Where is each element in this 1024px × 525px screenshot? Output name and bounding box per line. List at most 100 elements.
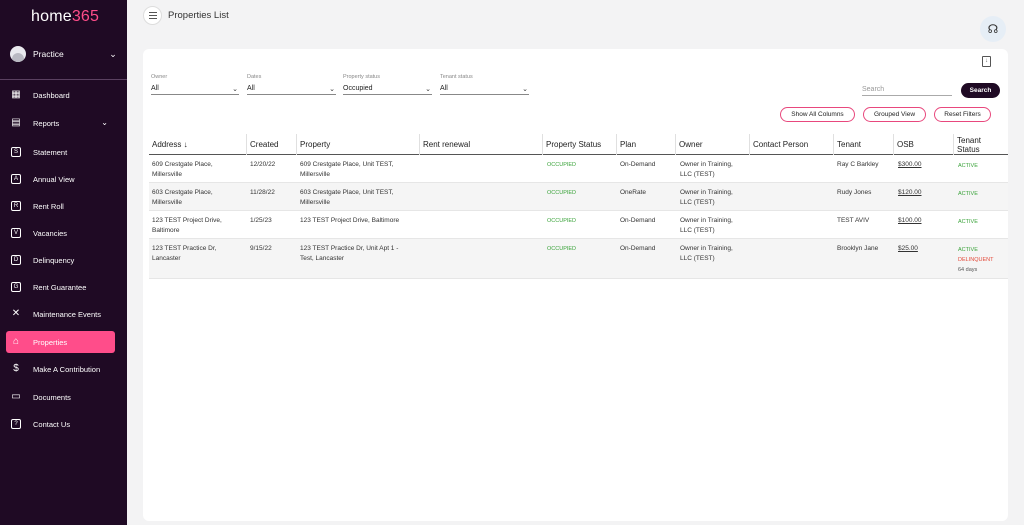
column-header-tenant[interactable]: Tenant xyxy=(833,134,861,155)
column-header-contact-person[interactable]: Contact Person xyxy=(749,134,808,155)
column-header-property[interactable]: Property xyxy=(296,134,330,155)
show-all-columns-button[interactable]: Show All Columns xyxy=(780,107,855,122)
sidebar-item-vacancies[interactable]: V Vacancies xyxy=(6,222,115,244)
cell-property: 603 Crestgate Place, Unit TEST, Millersvi… xyxy=(300,189,394,206)
sidebar-item-label: Reports xyxy=(33,118,60,128)
dashboard-icon: ▦ xyxy=(11,89,21,100)
filter-label: Owner xyxy=(151,74,168,80)
sidebar-item-annual-view[interactable]: A Annual View xyxy=(6,168,115,190)
cell-tenant: Rudy Jones xyxy=(837,189,872,196)
page-title: Properties List xyxy=(168,10,229,21)
chevron-down-icon: ⌄ xyxy=(425,85,431,93)
reset-filters-button[interactable]: Reset Filters xyxy=(934,107,991,122)
column-header-osb[interactable]: OSB xyxy=(893,134,914,155)
practice-switcher[interactable]: Practice ⌄ xyxy=(10,44,118,64)
menu-toggle-button[interactable] xyxy=(143,6,162,25)
cell-owner: Owner in Training, LLC (TEST) xyxy=(680,189,733,206)
cell-plan: On-Demand xyxy=(620,161,656,168)
osb-link[interactable]: $100.00 xyxy=(898,216,922,226)
chevron-down-icon: ⌄ xyxy=(232,85,238,93)
property-status-filter[interactable]: Property status Occupied ⌄ xyxy=(343,74,432,95)
cell-created: 12/20/22 xyxy=(250,161,276,168)
rent-guarantee-icon: G xyxy=(10,281,22,293)
owner-filter[interactable]: Owner All ⌄ xyxy=(151,74,239,95)
cell-owner: Owner in Training, LLC (TEST) xyxy=(680,217,733,234)
dates-select[interactable]: All ⌄ xyxy=(247,83,336,95)
column-header-plan[interactable]: Plan xyxy=(616,134,636,155)
cell-plan: OneRate xyxy=(620,189,647,196)
avatar xyxy=(10,46,26,62)
cell-tenant-status: ACTIVE xyxy=(958,219,978,225)
sidebar-item-make-a-contribution[interactable]: $ Make A Contribution xyxy=(6,358,115,380)
cell-address: 603 Crestgate Place, Millersville xyxy=(152,189,213,206)
sidebar-item-rent-guarantee[interactable]: G Rent Guarantee xyxy=(6,276,115,298)
export-file-icon[interactable]: ↓ xyxy=(982,56,991,67)
column-header-created[interactable]: Created xyxy=(246,134,278,155)
table-row[interactable]: 603 Crestgate Place, Millersville 11/28/2… xyxy=(149,183,1008,211)
sidebar-item-rent-roll[interactable]: R Rent Roll xyxy=(6,195,115,217)
filter-label: Property status xyxy=(343,74,380,80)
cell-tenant-status: ACTIVE xyxy=(958,163,978,169)
statement-icon: S xyxy=(10,146,22,158)
column-header-tenant-status[interactable]: Tenant Status xyxy=(953,134,981,155)
sidebar-item-label: Contact Us xyxy=(33,419,71,429)
chevron-down-icon: ⌄ xyxy=(109,48,117,59)
cell-tenant-status: ACTIVE DELINQUENT 64 days xyxy=(958,247,994,273)
sidebar-item-documents[interactable]: ▭ Documents xyxy=(6,386,115,408)
owner-select[interactable]: All ⌄ xyxy=(151,83,239,95)
sidebar-item-contact-us[interactable]: ? Contact Us xyxy=(6,413,115,435)
sidebar-item-label: Maintenance Events xyxy=(33,309,101,319)
sidebar-divider xyxy=(0,79,127,80)
cell-property-status: OCCUPIED xyxy=(547,190,577,196)
column-header-property-status[interactable]: Property Status xyxy=(542,134,601,155)
tenant-status-filter[interactable]: Tenant status All ⌄ xyxy=(440,74,529,95)
dates-filter[interactable]: Dates All ⌄ xyxy=(247,74,336,95)
search-button[interactable]: Search xyxy=(961,83,1000,98)
vacancies-icon: V xyxy=(10,227,22,239)
sidebar-item-label: Annual View xyxy=(33,174,75,184)
support-headset-icon[interactable]: ☊ xyxy=(980,16,1006,42)
osb-link[interactable]: $300.00 xyxy=(898,160,922,170)
home365-logo[interactable]: home365 xyxy=(31,8,99,26)
sidebar-item-properties[interactable]: ⌂ Properties xyxy=(6,331,115,353)
sidebar-item-label: Documents xyxy=(33,392,71,402)
sidebar-item-statement[interactable]: S Statement xyxy=(6,141,115,163)
sidebar-item-label: Dashboard xyxy=(33,90,70,100)
chevron-down-icon: ⌄ xyxy=(101,118,108,127)
delinquency-icon: D xyxy=(10,254,22,266)
reports-icon: ▤ xyxy=(11,117,21,128)
cell-address: 123 TEST Project Drive, Baltimore xyxy=(152,217,222,234)
cell-tenant: Brooklyn Jane xyxy=(837,245,879,252)
tenant-status-select[interactable]: All ⌄ xyxy=(440,83,529,95)
cell-property-status: OCCUPIED xyxy=(547,162,577,168)
column-header-rent-renewal[interactable]: Rent renewal xyxy=(419,134,470,155)
hamburger-icon xyxy=(148,12,157,13)
cell-address: 609 Crestgate Place, Millersville xyxy=(152,161,213,178)
table-row[interactable]: 609 Crestgate Place, Millersville 12/20/2… xyxy=(149,155,1008,183)
search-input[interactable]: Search xyxy=(862,83,952,96)
column-header-owner[interactable]: Owner xyxy=(675,134,703,155)
property-status-select[interactable]: Occupied ⌄ xyxy=(343,83,432,95)
sidebar-item-delinquency[interactable]: D Delinquency xyxy=(6,249,115,271)
cell-created: 1/25/23 xyxy=(250,217,272,224)
grouped-view-button[interactable]: Grouped View xyxy=(863,107,926,122)
tools-icon: ✕ xyxy=(11,308,21,319)
sidebar: home365 Practice ⌄ ▦ Dashboard ▤ Reports… xyxy=(0,0,127,525)
cell-property-status: OCCUPIED xyxy=(547,246,577,252)
cell-created: 11/28/22 xyxy=(250,189,275,196)
column-header-address[interactable]: Address ↓ xyxy=(152,134,188,155)
osb-link[interactable]: $25.00 xyxy=(898,244,918,254)
sidebar-item-dashboard[interactable]: ▦ Dashboard xyxy=(6,84,115,106)
osb-link[interactable]: $120.00 xyxy=(898,188,922,198)
sidebar-item-label: Delinquency xyxy=(33,255,75,265)
table-row[interactable]: 123 TEST Practice Dr, Lancaster 9/15/22 1… xyxy=(149,239,1008,279)
properties-card: ↓ Owner All ⌄ Dates All ⌄ Property status … xyxy=(143,49,1008,521)
sidebar-item-maintenance-events[interactable]: ✕ Maintenance Events xyxy=(6,303,115,325)
sidebar-item-label: Rent Roll xyxy=(33,201,64,211)
cell-owner: Owner in Training, LLC (TEST) xyxy=(680,161,733,178)
filter-label: Dates xyxy=(247,74,262,80)
sidebar-item-reports[interactable]: ▤ Reports ⌄ xyxy=(6,112,115,134)
table-row[interactable]: 123 TEST Project Drive, Baltimore 1/25/23… xyxy=(149,211,1008,239)
sidebar-item-label: Rent Guarantee xyxy=(33,282,87,292)
filter-label: Tenant status xyxy=(440,74,473,80)
